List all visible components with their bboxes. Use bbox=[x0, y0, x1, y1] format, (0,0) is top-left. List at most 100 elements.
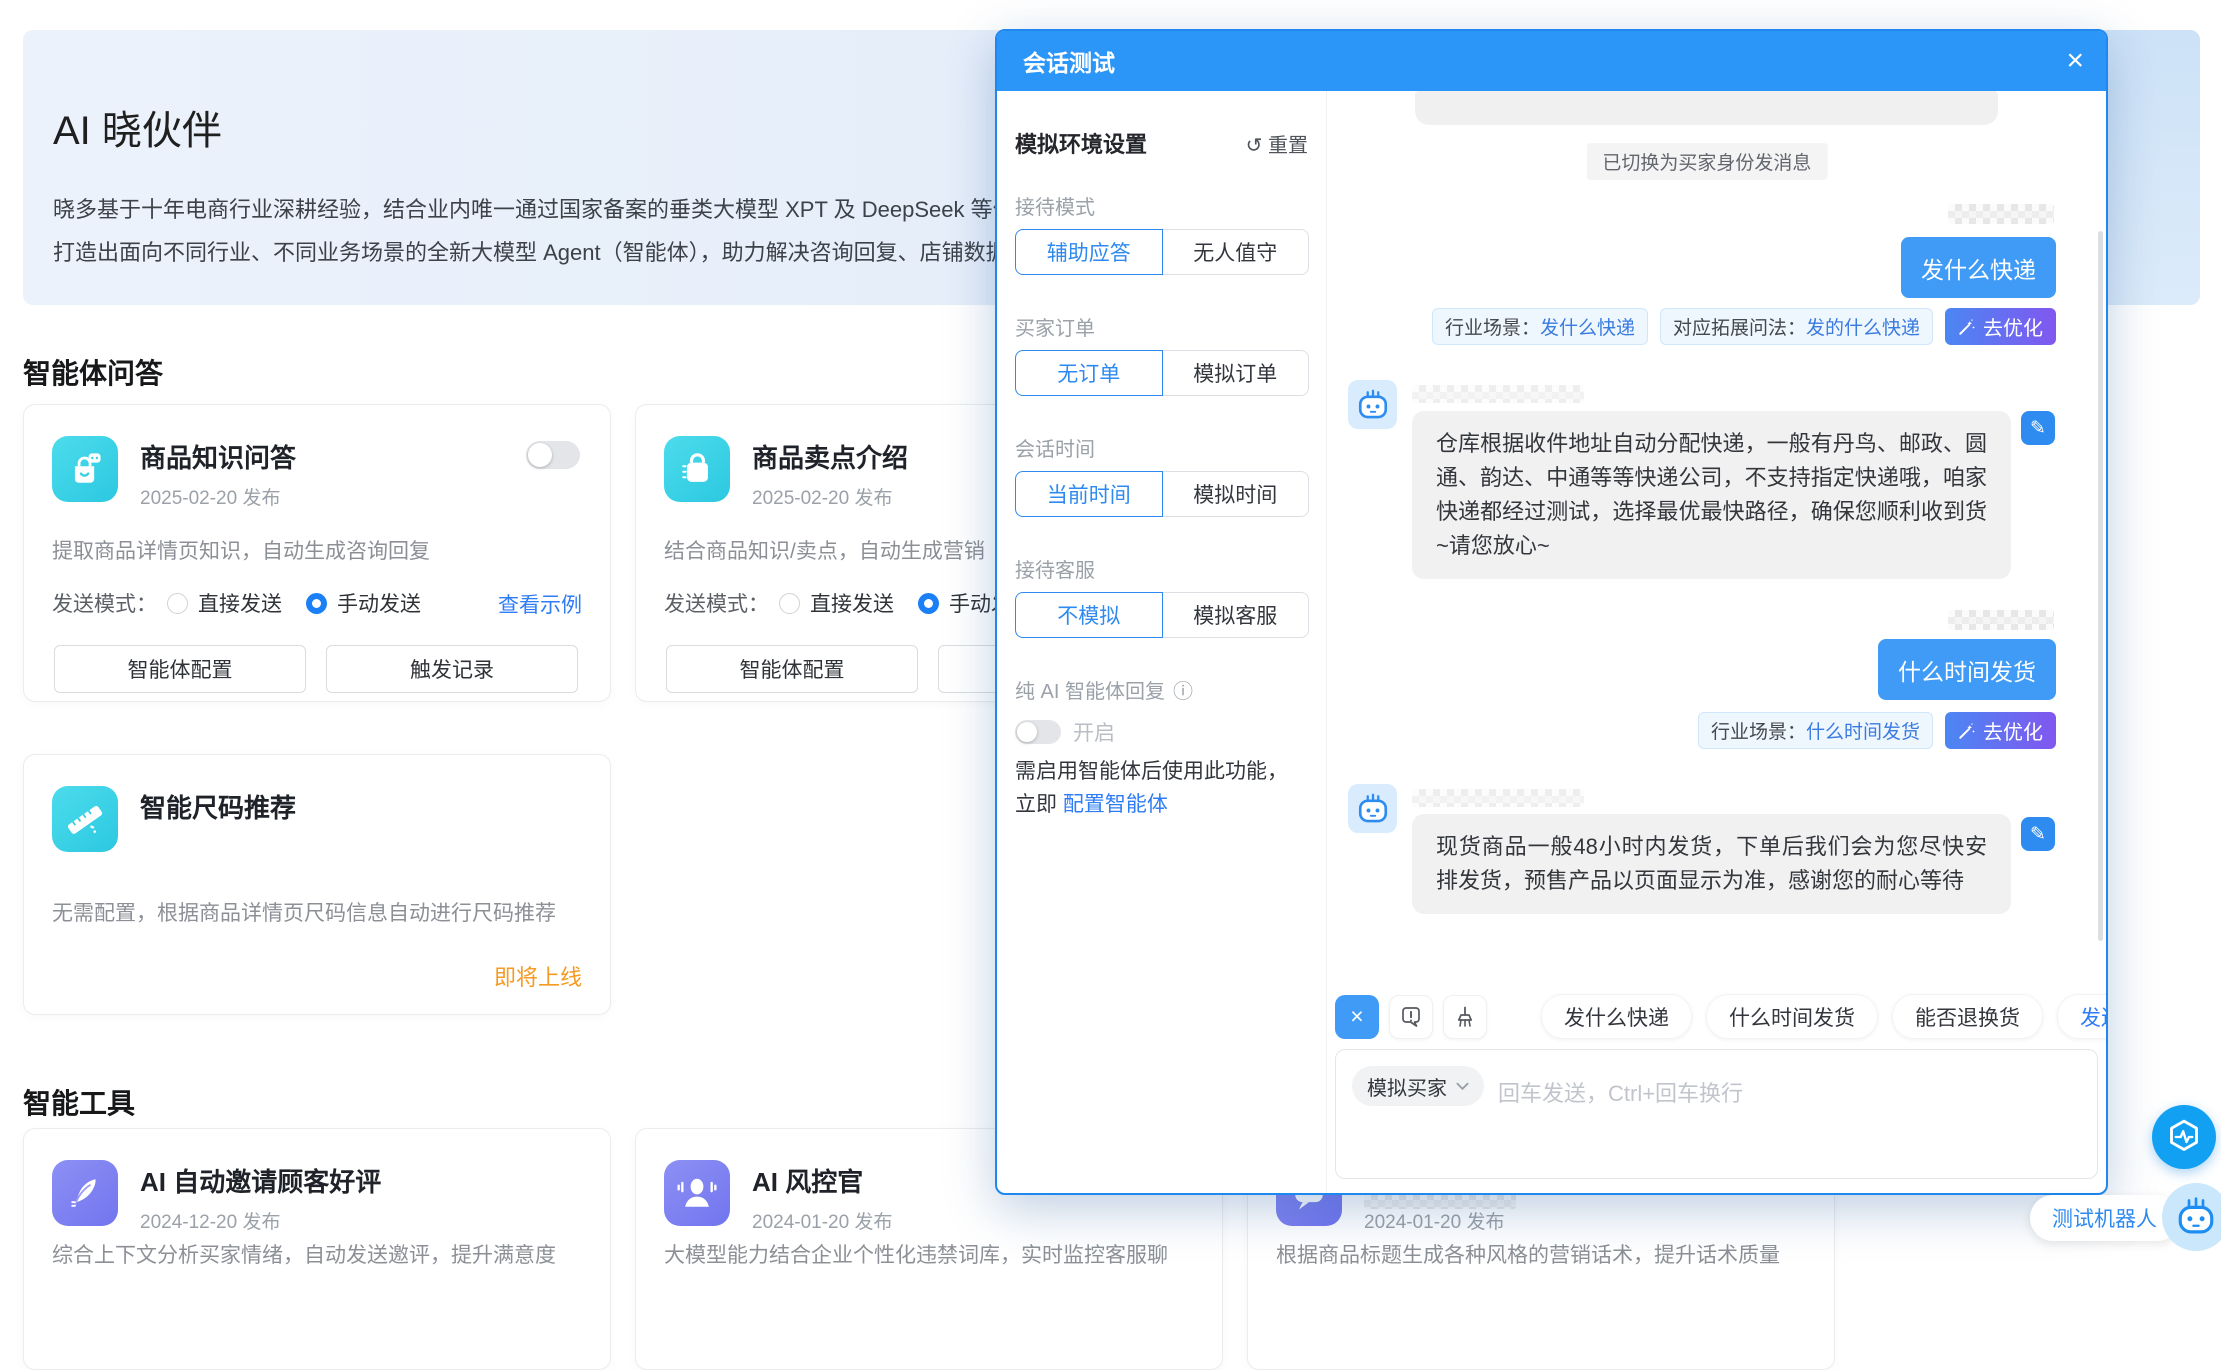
hexagon-pulse-icon bbox=[2164, 1117, 2204, 1157]
test-robot-button[interactable]: 测试机器人 bbox=[2030, 1195, 2180, 1241]
pure-ai-toggle[interactable] bbox=[1015, 720, 1061, 744]
radio-manual-send[interactable] bbox=[306, 593, 327, 614]
chat-toolbar: × 发什么快递 什么时间发货 能否退换货 发送商品 bbox=[1335, 994, 2106, 1039]
product-qa-icon bbox=[52, 436, 118, 502]
card-publish-date: 2024-12-20 发布 bbox=[140, 1207, 280, 1234]
group-label-reception-mode: 接待模式 bbox=[1015, 191, 1095, 220]
selling-points-icon bbox=[664, 436, 730, 502]
agent-config-button[interactable]: 智能体配置 bbox=[54, 645, 306, 693]
trigger-record-button[interactable]: 触发记录 bbox=[326, 645, 578, 693]
agent-config-button[interactable]: 智能体配置 bbox=[666, 645, 918, 693]
edit-icon: ✎ bbox=[2030, 823, 2046, 846]
card-enable-toggle[interactable] bbox=[526, 441, 580, 469]
segment-buyer-order: 无订单 模拟订单 bbox=[1015, 350, 1309, 396]
reset-button[interactable]: ↺ 重置 bbox=[1246, 129, 1308, 158]
segment-option-mock-agent[interactable]: 模拟客服 bbox=[1163, 592, 1310, 638]
edit-reply-button[interactable]: ✎ bbox=[2021, 411, 2055, 445]
card-title: 商品卖点介绍 bbox=[752, 438, 908, 475]
card-publish-date: 2024-01-20 发布 bbox=[1364, 1207, 1504, 1234]
feedback-button[interactable] bbox=[1389, 995, 1433, 1039]
radio-direct-send-label[interactable]: 直接发送 bbox=[198, 588, 282, 618]
send-product-button[interactable]: 发送商品 bbox=[2057, 994, 2106, 1039]
exit-buyer-mode-button[interactable]: × bbox=[1335, 995, 1379, 1039]
censored-bot-name bbox=[1412, 385, 1584, 403]
group-label-session-time: 会话时间 bbox=[1015, 433, 1095, 462]
coming-soon-label: 即将上线 bbox=[494, 960, 582, 992]
diagnostic-float-button[interactable] bbox=[2152, 1105, 2216, 1169]
segment-option-mock-order[interactable]: 模拟订单 bbox=[1163, 350, 1310, 396]
group-label-reception-agent: 接待客服 bbox=[1015, 554, 1095, 583]
edit-reply-button[interactable]: ✎ bbox=[2021, 817, 2055, 851]
risk-control-icon bbox=[664, 1160, 730, 1226]
system-notice: 已切换为买家身份发消息 bbox=[1586, 143, 1827, 180]
card-title: AI 风控官 bbox=[752, 1162, 863, 1199]
group-label-buyer-order: 买家订单 bbox=[1015, 312, 1095, 341]
message-tag-row: 行业场景：什么时间发货 去优化 bbox=[1698, 712, 2056, 749]
bot-avatar bbox=[1348, 784, 1397, 833]
radio-manual-send-label[interactable]: 手动发送 bbox=[337, 588, 421, 618]
card-title: 智能尺码推荐 bbox=[140, 788, 296, 825]
message-tag-row: 行业场景：发什么快递 对应拓展问法：发的什么快递 去优化 bbox=[1432, 308, 2056, 345]
card-description: 结合商品知识/卖点，自动生成营销 bbox=[664, 535, 994, 565]
send-mode-label: 发送模式： bbox=[52, 588, 157, 618]
radio-direct-send-label[interactable]: 直接发送 bbox=[810, 588, 894, 618]
radio-manual-send[interactable] bbox=[918, 593, 939, 614]
radio-direct-send[interactable] bbox=[779, 593, 800, 614]
card-description: 无需配置，根据商品详情页尺码信息自动进行尺码推荐 bbox=[52, 897, 556, 927]
bot-message: 现货商品一般48小时内发货，下单后我们会为您尽快安排发货，预售产品以页面显示为准… bbox=[1412, 814, 2011, 914]
pure-ai-toggle-label: 开启 bbox=[1073, 717, 1115, 747]
buyer-message: 什么时间发货 bbox=[1878, 639, 2056, 700]
censored-bot-name bbox=[1412, 789, 1584, 807]
optimize-button[interactable]: 去优化 bbox=[1945, 308, 2056, 345]
settings-header: 模拟环境设置 bbox=[1015, 127, 1147, 159]
clear-chat-button[interactable] bbox=[1443, 995, 1487, 1039]
quick-phrase-return-policy[interactable]: 能否退换货 bbox=[1892, 994, 2043, 1039]
test-robot-float-button[interactable] bbox=[2162, 1183, 2221, 1251]
reset-icon: ↺ bbox=[1246, 135, 1263, 157]
message-input[interactable]: 模拟买家 回车发送，Ctrl+回车换行 bbox=[1335, 1049, 2098, 1179]
segment-option-current-time[interactable]: 当前时间 bbox=[1015, 471, 1163, 517]
bag-robot-icon bbox=[63, 447, 107, 491]
view-example-link[interactable]: 查看示例 bbox=[498, 589, 582, 619]
segment-reception-agent: 不模拟 模拟客服 bbox=[1015, 592, 1309, 638]
role-selector[interactable]: 模拟买家 bbox=[1352, 1066, 1484, 1106]
segment-option-no-mock[interactable]: 不模拟 bbox=[1015, 592, 1163, 638]
pure-ai-note-line1: 需启用智能体后使用此功能， bbox=[1015, 755, 1288, 785]
chat-panel: 已切换为买家身份发消息 发什么快递 行业场景：发什么快递 对应拓展问法：发的什么… bbox=[1327, 91, 2106, 1193]
edit-icon: ✎ bbox=[2030, 417, 2046, 440]
segment-option-mock-time[interactable]: 模拟时间 bbox=[1163, 471, 1310, 517]
chat-scrollbar[interactable] bbox=[2098, 231, 2103, 941]
truncated-previous-message bbox=[1415, 91, 1998, 125]
card-auto-review-invite: AI 自动邀请顾客好评 2024-12-20 发布 综合上下文分析买家情绪，自动… bbox=[23, 1128, 611, 1370]
ruler-icon bbox=[63, 797, 107, 841]
modal-title: 会话测试 bbox=[1023, 44, 1115, 78]
simulation-settings-panel: 模拟环境设置 ↺ 重置 接待模式 辅助应答 无人值守 买家订单 无订单 模拟订单… bbox=[997, 91, 1327, 1193]
broom-icon bbox=[1453, 1005, 1477, 1029]
configure-agent-link[interactable]: 配置智能体 bbox=[1063, 793, 1168, 816]
section-title-tools: 智能工具 bbox=[23, 1082, 135, 1122]
segment-option-assisted[interactable]: 辅助应答 bbox=[1015, 229, 1163, 275]
info-icon[interactable]: ⓘ bbox=[1173, 675, 1193, 704]
industry-scene-tag: 行业场景：什么时间发货 bbox=[1698, 712, 1933, 749]
magic-wand-icon bbox=[1958, 722, 1976, 740]
card-publish-date: 2025-02-20 发布 bbox=[752, 483, 892, 510]
quick-phrase-ship-time[interactable]: 什么时间发货 bbox=[1706, 994, 1878, 1039]
buyer-message: 发什么快递 bbox=[1901, 237, 2056, 298]
section-title-agents: 智能体问答 bbox=[23, 352, 163, 392]
segment-option-unattended[interactable]: 无人值守 bbox=[1163, 229, 1310, 275]
send-mode-label: 发送模式： bbox=[664, 588, 769, 618]
quick-phrase-shipping-courier[interactable]: 发什么快递 bbox=[1541, 994, 1692, 1039]
radio-direct-send[interactable] bbox=[167, 593, 188, 614]
conversation-test-modal: 会话测试 × 模拟环境设置 ↺ 重置 接待模式 辅助应答 无人值守 买家订单 无… bbox=[995, 29, 2108, 1195]
expanded-question-tag: 对应拓展问法：发的什么快递 bbox=[1660, 308, 1933, 345]
size-recommend-icon bbox=[52, 786, 118, 852]
card-publish-date: 2024-01-20 发布 bbox=[752, 1207, 892, 1234]
censored-buyer-name bbox=[1948, 610, 2054, 630]
close-icon[interactable]: × bbox=[2066, 31, 2084, 91]
segment-option-no-order[interactable]: 无订单 bbox=[1015, 350, 1163, 396]
card-size-recommendation: 智能尺码推荐 无需配置，根据商品详情页尺码信息自动进行尺码推荐 即将上线 bbox=[23, 754, 611, 1015]
input-placeholder: 回车发送，Ctrl+回车换行 bbox=[1498, 1076, 1743, 1108]
optimize-button[interactable]: 去优化 bbox=[1945, 712, 2056, 749]
robot-avatar-icon bbox=[1355, 791, 1391, 827]
segment-reception-mode: 辅助应答 无人值守 bbox=[1015, 229, 1309, 275]
